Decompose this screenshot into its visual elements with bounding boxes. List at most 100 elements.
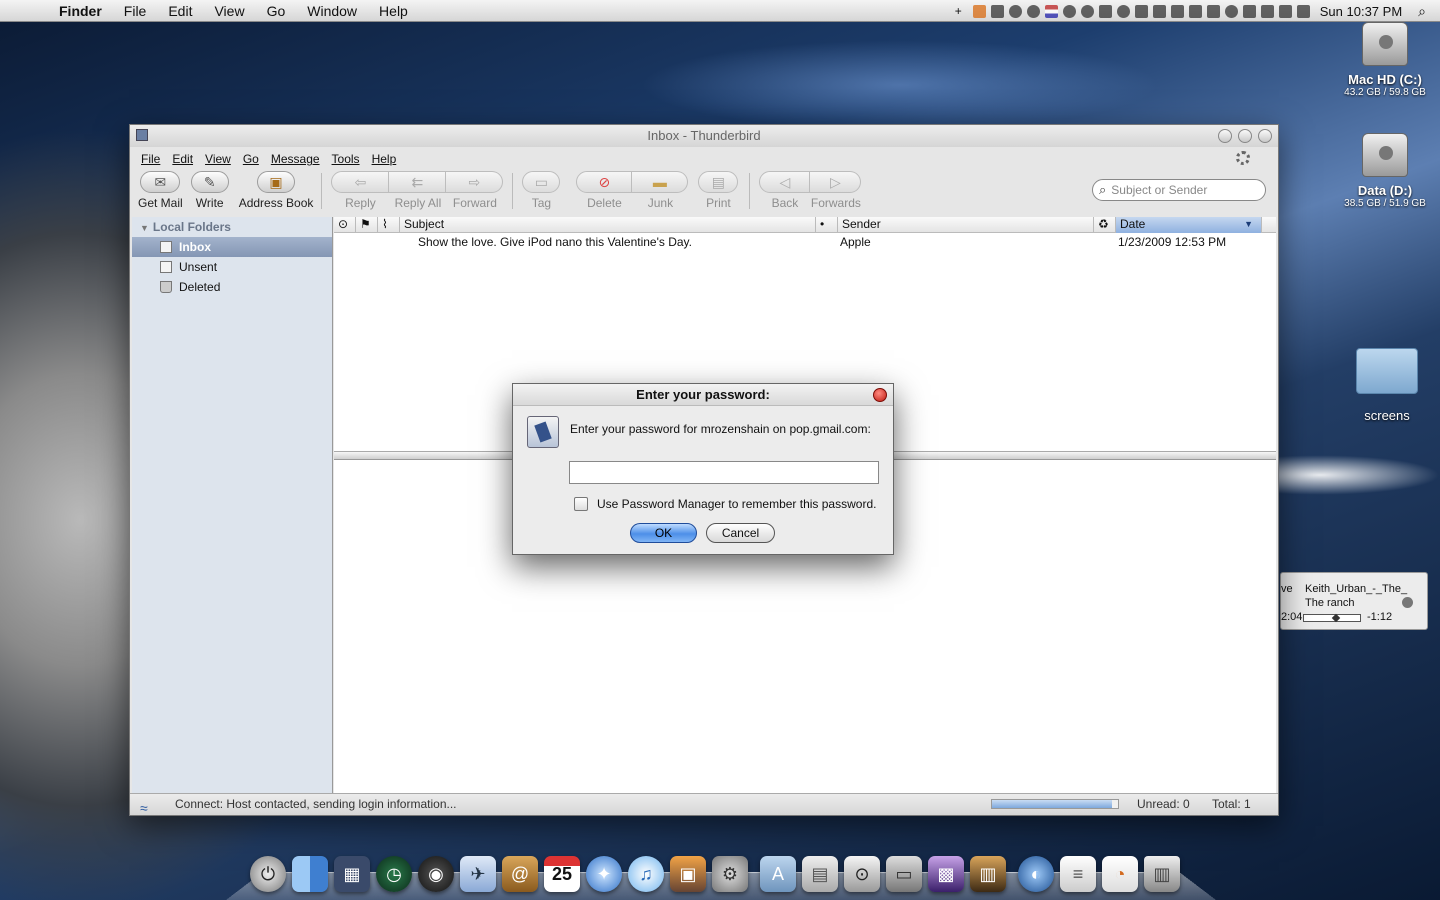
disclosure-triangle-icon[interactable]: ▼ xyxy=(140,223,149,233)
menu-view[interactable]: View xyxy=(199,152,237,166)
forwards-button[interactable]: ▷ Forwards xyxy=(810,171,862,210)
delete-button[interactable]: ⊘ Delete xyxy=(576,171,633,210)
ical-icon[interactable]: 25 xyxy=(544,856,580,892)
trash-icon[interactable]: ▥ xyxy=(1144,856,1180,892)
script-icon[interactable] xyxy=(1170,4,1184,18)
photos-stack-icon[interactable]: ▥ xyxy=(970,856,1006,892)
document-icon[interactable]: ≡ xyxy=(1060,856,1096,892)
ok-button[interactable]: OK xyxy=(630,523,697,543)
camera-icon[interactable] xyxy=(1134,4,1148,18)
player-menu-icon[interactable] xyxy=(1402,597,1413,608)
eject-icon[interactable] xyxy=(1098,4,1112,18)
online-status-icon[interactable]: ≈ xyxy=(140,798,148,819)
music-note-icon[interactable] xyxy=(990,4,1004,18)
firefox-doc-icon[interactable]: ◔ xyxy=(1102,856,1138,892)
network-globe-icon[interactable]: ◐ xyxy=(1018,856,1054,892)
column-subject[interactable]: Subject xyxy=(400,217,816,233)
home-icon[interactable] xyxy=(1206,4,1220,18)
app-status-icon[interactable] xyxy=(972,4,986,18)
mail-stamp-icon[interactable]: ✈ xyxy=(460,856,496,892)
gear-status-icon[interactable] xyxy=(1062,4,1076,18)
remember-password-label[interactable]: Use Password Manager to remember this pa… xyxy=(597,497,876,511)
menu-message[interactable]: Message xyxy=(265,152,326,166)
apple-status-icon[interactable] xyxy=(1080,4,1094,18)
search-field[interactable]: ⌕ xyxy=(1092,179,1266,201)
column-sender[interactable]: Sender xyxy=(838,217,1094,233)
window-titlebar[interactable]: Inbox - Thunderbird xyxy=(130,125,1278,147)
plus-icon[interactable]: + xyxy=(955,4,968,18)
sync-status-icon[interactable] xyxy=(1116,4,1130,18)
pictures-stack-icon[interactable]: ▩ xyxy=(928,856,964,892)
remember-password-checkbox[interactable] xyxy=(574,497,588,511)
menu-go[interactable]: Go xyxy=(237,152,265,166)
dialog-close-button[interactable] xyxy=(873,388,887,402)
safari-icon[interactable]: ✦ xyxy=(586,856,622,892)
desktop-folder-screens[interactable]: screens xyxy=(1342,348,1432,423)
finder-icon[interactable] xyxy=(292,856,328,892)
menu-edit[interactable]: Edit xyxy=(157,3,203,19)
forward-button[interactable]: ⇨ Forward xyxy=(446,171,504,210)
itunes-icon[interactable]: ♫ xyxy=(628,856,664,892)
dashboard-gauge-icon[interactable]: ◉ xyxy=(418,856,454,892)
mini-music-player[interactable]: ve Keith_Urban_-_The_ The ranch 2:04 -1:… xyxy=(1280,572,1428,630)
menu-finder[interactable]: Finder xyxy=(48,3,113,19)
tag-button[interactable]: ▭ Tag xyxy=(522,171,561,210)
folder-root-local-folders[interactable]: ▼ Local Folders xyxy=(132,217,332,237)
menu-tools[interactable]: Tools xyxy=(326,152,366,166)
back-button[interactable]: ◁ Back xyxy=(759,171,811,210)
activity-icon[interactable] xyxy=(1242,4,1256,18)
downloads-folder-icon[interactable]: ⊙ xyxy=(844,856,880,892)
address-book-button[interactable]: ▣ Address Book xyxy=(239,171,313,210)
address-book-icon[interactable]: @ xyxy=(502,856,538,892)
search-input[interactable] xyxy=(1111,183,1252,197)
menu-window[interactable]: Window xyxy=(296,3,368,19)
date-icon[interactable] xyxy=(1296,4,1310,18)
thread-column-icon[interactable]: ⊙ xyxy=(334,217,356,233)
time-machine-status-icon[interactable] xyxy=(1224,4,1238,18)
get-mail-button[interactable]: ✉ Get Mail xyxy=(138,171,183,210)
menu-help[interactable]: Help xyxy=(366,152,403,166)
write-button[interactable]: ✎ Write xyxy=(190,171,229,210)
volume-icon[interactable] xyxy=(1260,4,1274,18)
read-status-column-icon[interactable]: • xyxy=(816,217,838,233)
docs-stack-icon[interactable]: ▭ xyxy=(886,856,922,892)
applications-folder-icon[interactable]: A xyxy=(760,856,796,892)
battery-icon[interactable] xyxy=(1278,4,1292,18)
menu-file[interactable]: File xyxy=(135,152,166,166)
password-field[interactable] xyxy=(569,461,879,484)
us-flag-input-icon[interactable] xyxy=(1044,4,1058,18)
iphoto-icon[interactable]: ▣ xyxy=(670,856,706,892)
print-button[interactable]: ▤ Print xyxy=(698,171,739,210)
folder-item-deleted[interactable]: Deleted xyxy=(132,277,332,297)
menu-go[interactable]: Go xyxy=(256,3,297,19)
menu-help[interactable]: Help xyxy=(368,3,419,19)
system-preferences-icon[interactable]: ⚙ xyxy=(712,856,748,892)
folder-item-inbox[interactable]: Inbox xyxy=(132,237,332,257)
wifi-icon[interactable] xyxy=(1008,4,1022,18)
junk-status-column-icon[interactable]: ♻ xyxy=(1094,217,1116,233)
clock-status-icon[interactable] xyxy=(1026,4,1040,18)
table-row[interactable]: Show the love. Give iPod nano this Valen… xyxy=(334,233,1276,251)
menu-view[interactable]: View xyxy=(203,3,255,19)
menu-meter-icon[interactable] xyxy=(1188,4,1202,18)
reply-all-button[interactable]: ⇇ Reply All xyxy=(389,171,447,210)
desktop-drive-mac-hd[interactable]: Mac HD (C:) 43.2 GB / 59.8 GB xyxy=(1340,22,1430,98)
documents-folder-icon[interactable]: ▤ xyxy=(802,856,838,892)
reply-button[interactable]: ⇦ Reply xyxy=(331,171,390,210)
menu-file[interactable]: File xyxy=(113,3,158,19)
minimize-button[interactable] xyxy=(1218,129,1232,143)
folder-item-unsent[interactable]: Unsent xyxy=(132,257,332,277)
attachment-column-icon[interactable]: ⌇ xyxy=(378,217,400,233)
dialog-titlebar[interactable]: Enter your password: xyxy=(513,384,893,406)
time-machine-icon[interactable]: ◷ xyxy=(376,856,412,892)
dashboard-icon[interactable]: ▦ xyxy=(334,856,370,892)
menubar-clock[interactable]: Sun 10:37 PM xyxy=(1320,4,1402,19)
column-date[interactable]: Date ▼ xyxy=(1116,217,1262,233)
display-icon[interactable] xyxy=(1152,4,1166,18)
power-icon[interactable]: ⏻ xyxy=(250,856,286,892)
menu-edit[interactable]: Edit xyxy=(166,152,199,166)
desktop-drive-data[interactable]: Data (D:) 38.5 GB / 51.9 GB xyxy=(1340,133,1430,209)
cancel-button[interactable]: Cancel xyxy=(706,523,775,543)
junk-button[interactable]: ▬ Junk xyxy=(632,171,689,210)
zoom-button[interactable] xyxy=(1238,129,1252,143)
